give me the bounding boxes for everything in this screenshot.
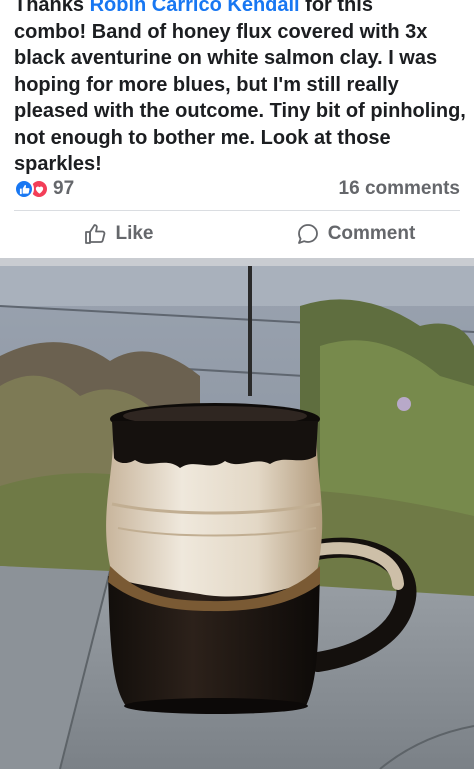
section-separator bbox=[0, 258, 474, 266]
post-text-first-line: Thanks Robin Carrico Kendall for this bbox=[14, 0, 466, 19]
mention-link[interactable]: Robin Carrico Kendall bbox=[90, 0, 300, 16]
comment-button[interactable]: Comment bbox=[237, 222, 474, 246]
comment-label: Comment bbox=[327, 223, 416, 244]
like-button[interactable]: Like bbox=[0, 222, 237, 246]
comment-bubble-icon bbox=[297, 224, 318, 244]
post-photo[interactable] bbox=[0, 266, 474, 769]
post-text-prefix: Thanks bbox=[14, 0, 90, 16]
reaction-summary[interactable]: 97 bbox=[14, 178, 74, 200]
divider bbox=[14, 210, 460, 211]
like-reaction-icon bbox=[14, 179, 34, 199]
comments-count-link[interactable]: 16 comments bbox=[339, 178, 460, 200]
post-text-body: combo! Band of honey flux covered with 3… bbox=[14, 20, 466, 176]
post-text-suffix: for this bbox=[299, 0, 373, 16]
post-text: Thanks Robin Carrico Kendall for this co… bbox=[14, 0, 466, 178]
thumbs-up-icon bbox=[85, 224, 106, 244]
action-bar: Like Comment bbox=[0, 214, 474, 254]
reactions-bar: 97 16 comments bbox=[14, 174, 460, 204]
like-label: Like bbox=[115, 223, 154, 244]
mug-photo-illustration bbox=[0, 266, 474, 769]
reaction-count: 97 bbox=[53, 178, 75, 199]
